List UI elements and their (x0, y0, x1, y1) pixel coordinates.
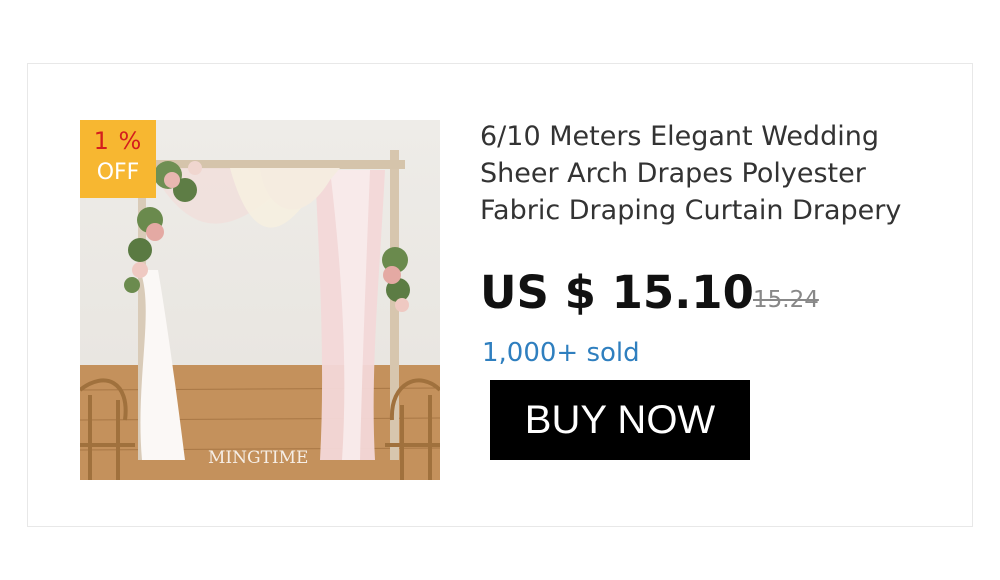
current-price: US $ 15.10 (480, 266, 754, 319)
original-price: 15.24 (753, 287, 819, 313)
discount-off-label: OFF (96, 160, 140, 185)
buy-now-button[interactable]: BUY NOW (490, 380, 750, 460)
sold-count: 1,000+ sold (482, 338, 640, 368)
discount-badge: 1 % OFF (80, 120, 156, 198)
discount-percent: 1 % (93, 127, 143, 155)
flower-cluster-right (382, 247, 410, 312)
watermark-text: MINGTIME (208, 448, 308, 468)
product-title[interactable]: 6/10 Meters Elegant Wedding Sheer Arch D… (480, 118, 950, 229)
